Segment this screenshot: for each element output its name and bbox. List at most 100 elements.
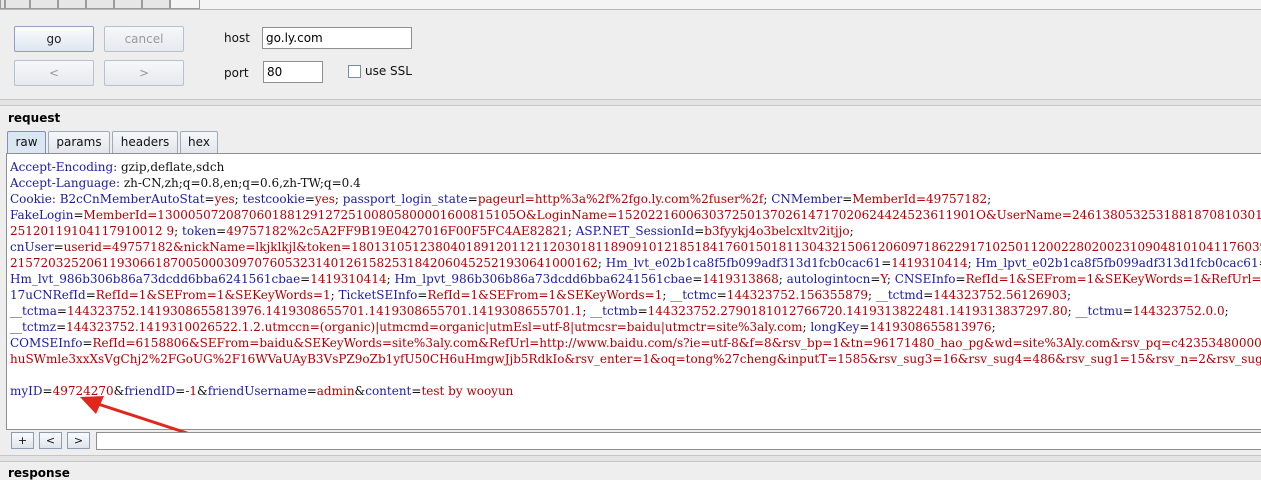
back-button[interactable]: < xyxy=(14,60,94,86)
separator: ; xyxy=(868,288,876,302)
param-value: 144323752.156355879 xyxy=(726,288,868,302)
tab-headers[interactable]: headers xyxy=(112,131,178,153)
top-tab[interactable] xyxy=(5,0,30,9)
param-value: 2157203252061193066187005000309707605323… xyxy=(10,256,598,270)
param-key: Hm_lpvt_e02b1ca8f5fb099adf313d1fcb0cac61 xyxy=(975,256,1259,270)
separator: = xyxy=(82,336,93,350)
previous-button[interactable]: < xyxy=(39,432,62,449)
tab-hex[interactable]: hex xyxy=(180,131,218,153)
request-line: __tctma=144323752.1419308655813976.14193… xyxy=(10,303,1261,319)
separator: = xyxy=(467,192,478,206)
separator: & xyxy=(354,384,366,398)
param-key: Hm_lpvt_986b306b86a73dcdd6bba6241561cbae xyxy=(394,272,693,286)
separator: ; xyxy=(778,272,787,286)
param-value: RefId=1&SEFrom=1&SEKeyWords=1&RefUrl= xyxy=(965,272,1261,286)
separator: ; xyxy=(886,272,895,286)
param-key: CNSEInfo xyxy=(894,272,956,286)
top-tab[interactable] xyxy=(114,0,142,9)
tab-raw[interactable]: raw xyxy=(7,131,46,154)
separator: ; xyxy=(987,192,992,206)
separator: = xyxy=(417,288,428,302)
separator: = xyxy=(637,304,648,318)
param-value: RefId=1&SEFrom=1&SEKeyWords=1 xyxy=(95,288,331,302)
separator: = xyxy=(85,288,96,302)
param-key: friendUsername xyxy=(207,384,307,398)
param-key: token xyxy=(182,224,217,238)
request-line: Hm_lvt_986b306b86a73dcdd6bba6241561cbae=… xyxy=(10,271,1261,287)
add-button[interactable]: + xyxy=(11,432,34,449)
param-value: userid=49757182&nickName=lkjklkjl&token=… xyxy=(63,240,1261,254)
param-value: b3fyykj4o3belcxltv2itjjo xyxy=(704,224,850,238)
param-value: RefId=6158806&SEFrom=baidu&SEKeyWords=si… xyxy=(92,336,1261,350)
request-line: Cookie: B2cCnMemberAutoStat=yes; testcoo… xyxy=(10,191,1261,207)
request-line: Accept-Language: zh-CN,zh;q=0.8,en;q=0.6… xyxy=(10,175,1261,191)
port-input[interactable]: 80 xyxy=(263,61,323,83)
param-key: Cookie: xyxy=(10,192,60,206)
param-value: 1419308655813976 xyxy=(869,320,992,334)
param-key: ASP.NET_SessionId xyxy=(575,224,695,238)
param-key: CNMember xyxy=(771,192,843,206)
separator: = xyxy=(859,320,870,334)
top-tab[interactable] xyxy=(58,0,86,9)
param-value: 144323752.1419310026522.1.2.utmccn=(orga… xyxy=(66,320,803,334)
param-value: -1 xyxy=(185,384,198,398)
request-line: huSWmle3xxXsVgChj2%2FGoUG%2F16WVaUAyB3Vs… xyxy=(10,351,1261,367)
request-line: FakeLogin=MemberId=130005072087060188129… xyxy=(10,207,1261,223)
top-tab[interactable] xyxy=(170,0,200,9)
next-button[interactable]: > xyxy=(67,432,90,449)
separator: = xyxy=(300,272,311,286)
search-input[interactable] xyxy=(96,432,1261,450)
separator: = xyxy=(842,192,853,206)
request-line: 17uCNRefId=RefId=1&SEFrom=1&SEKeyWords=1… xyxy=(10,287,1261,303)
separator: = xyxy=(1122,304,1133,318)
param-key: longKey xyxy=(810,320,860,334)
separator: ; xyxy=(991,320,996,334)
separator: ; xyxy=(234,192,243,206)
separator: ; xyxy=(567,224,576,238)
separator: ; xyxy=(174,224,183,238)
separator: = xyxy=(56,320,67,334)
separator: = xyxy=(923,288,934,302)
param-value: MemberId=1300050720870601881291272510080… xyxy=(83,208,1261,222)
param-value: 49757182%2c5A2FF9B19E0427016F00F5FC4AE82… xyxy=(226,224,568,238)
param-value: 1419313868 xyxy=(702,272,779,286)
param-key: Hm_lvt_e02b1ca8f5fb099adf313d1fcb0cac61 xyxy=(605,256,882,270)
param-key: COMSEInfo xyxy=(10,336,83,350)
request-line xyxy=(10,367,1261,383)
split-divider[interactable] xyxy=(0,455,1261,462)
cancel-button[interactable]: cancel xyxy=(104,26,184,52)
param-key: 17uCNRefId xyxy=(10,288,86,302)
param-key: B2cCnMemberAutoStat xyxy=(59,192,205,206)
separator: ; xyxy=(582,304,591,318)
raw-request-editor[interactable]: Accept-Encoding: gzip,deflate,sdch Accept… xyxy=(6,153,1261,430)
use-ssl-checkbox[interactable] xyxy=(348,65,361,78)
top-tab[interactable] xyxy=(142,0,170,9)
separator: ; xyxy=(334,192,343,206)
separator: = xyxy=(216,224,227,238)
go-button[interactable]: go xyxy=(14,26,94,52)
host-input[interactable]: go.ly.com xyxy=(262,27,412,49)
separator: zh-CN,zh;q=0.8,en;q=0.6,zh-TW;q=0.4 xyxy=(123,176,361,190)
port-label: port xyxy=(224,66,249,80)
param-key: __tctmd xyxy=(875,288,924,302)
param-key: testcookie xyxy=(242,192,305,206)
top-tab[interactable] xyxy=(30,0,58,9)
request-line: __tctmz=144323752.1419310026522.1.2.utmc… xyxy=(10,319,1261,335)
top-tab[interactable] xyxy=(86,0,114,9)
separator: = xyxy=(175,384,186,398)
request-line: 25120119104117910012 9; token=49757182%2… xyxy=(10,223,1261,239)
separator: = xyxy=(304,192,315,206)
param-value: 144323752.1419308655813976.1419308655701… xyxy=(66,304,583,318)
param-key: myID xyxy=(10,384,43,398)
param-key: __tctmb xyxy=(590,304,638,318)
tab-params[interactable]: params xyxy=(48,131,110,153)
separator: = xyxy=(411,384,422,398)
param-key: friendID xyxy=(124,384,176,398)
separator: = xyxy=(870,272,881,286)
request-line: myID=49724270&friendID=-1&friendUsername… xyxy=(10,383,1261,399)
split-divider[interactable] xyxy=(0,99,1261,106)
top-tab-strip xyxy=(0,0,1261,10)
forward-button[interactable]: > xyxy=(104,60,184,86)
separator: ; xyxy=(330,288,339,302)
separator: & xyxy=(113,384,125,398)
